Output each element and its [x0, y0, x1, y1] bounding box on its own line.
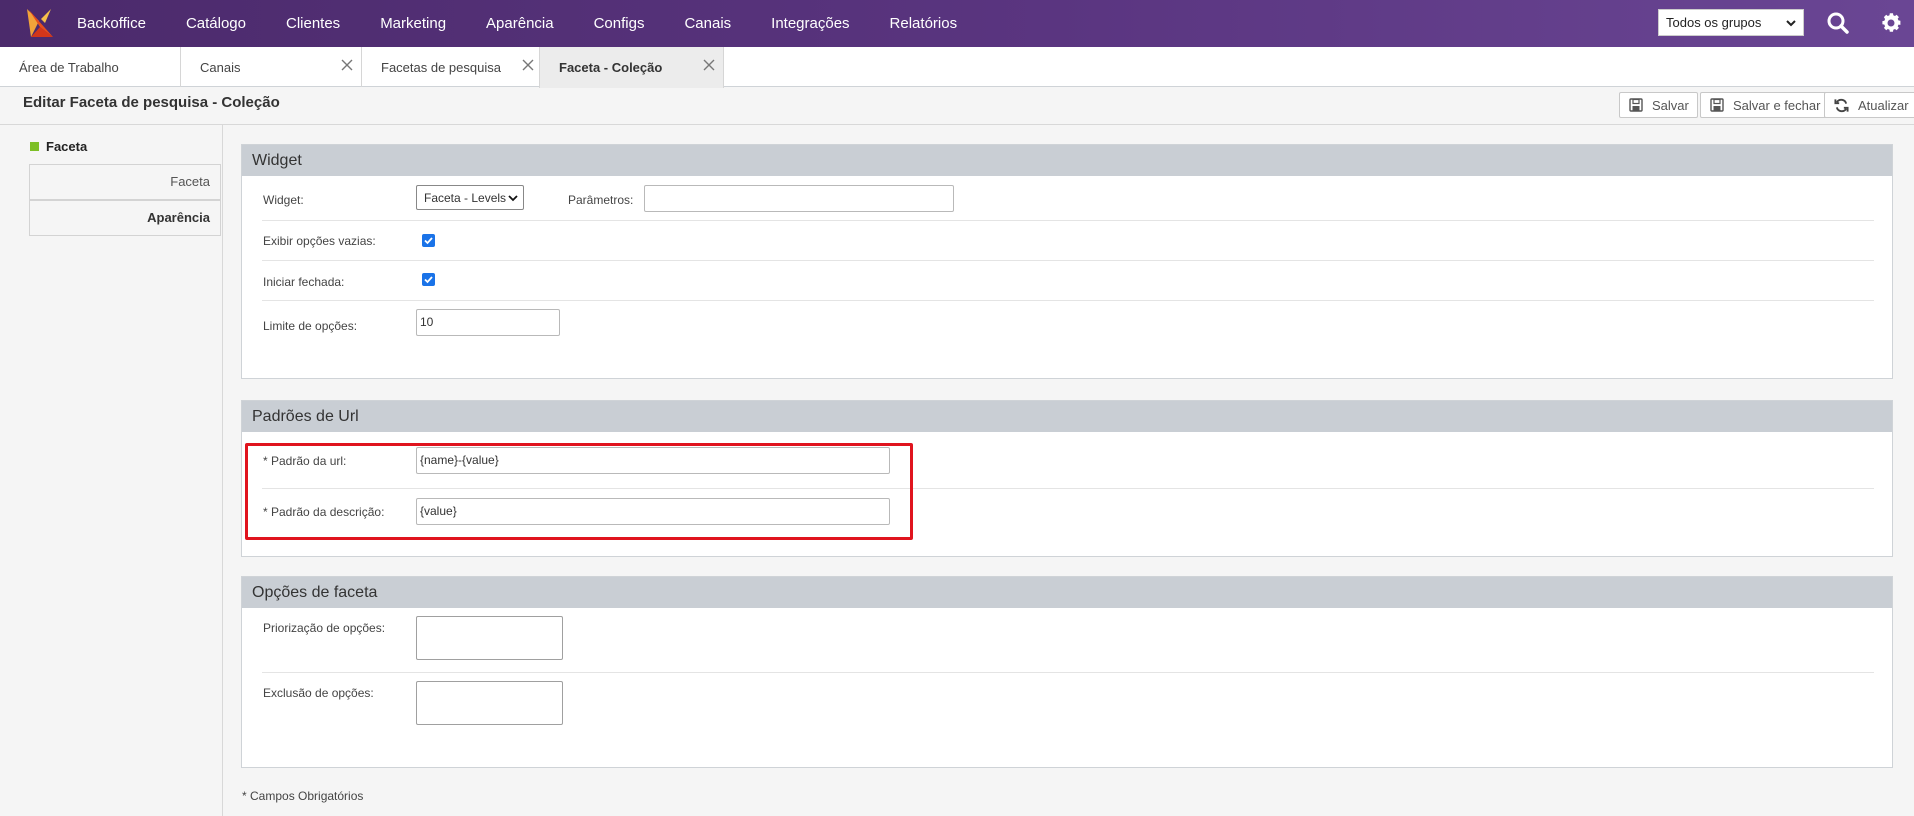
tab-canais[interactable]: Canais [181, 47, 362, 87]
show-empty-checkbox[interactable] [422, 234, 435, 247]
limit-label: Limite de opções: [263, 319, 358, 333]
sidebar-section-label: Faceta [46, 139, 88, 154]
tab-label: Facetas de pesquisa [381, 59, 501, 75]
chevron-down-icon [1786, 20, 1796, 27]
nav-item-clientes[interactable]: Clientes [286, 15, 340, 32]
group-select-value: Todos os grupos [1666, 15, 1762, 30]
widget-label: Widget: [263, 193, 304, 207]
save-and-close-button-label: Salvar e fechar [1733, 97, 1821, 113]
nav-item-aparencia[interactable]: Aparência [486, 15, 554, 32]
widget-select[interactable]: Faceta - Levels [416, 185, 524, 210]
start-closed-row: Iniciar fechada: [262, 261, 1874, 301]
close-icon[interactable] [340, 58, 354, 72]
gear-icon[interactable] [1879, 11, 1903, 35]
tab-label: Canais [200, 59, 241, 75]
close-icon[interactable] [521, 58, 535, 72]
nav-item-canais[interactable]: Canais [684, 15, 731, 32]
exclusion-textarea[interactable] [416, 681, 563, 725]
start-closed-checkbox[interactable] [422, 273, 435, 286]
widget-panel: Widget Widget: Faceta - Levels Parâmetro… [241, 144, 1893, 379]
sidebar-item-faceta[interactable]: Faceta [29, 164, 221, 200]
url-patterns-panel-title: Padrões de Url [242, 401, 1892, 432]
widget-panel-title: Widget [242, 145, 1892, 176]
save-and-close-button[interactable]: Salvar e fechar [1700, 92, 1830, 118]
top-navigation-bar: Backoffice Catálogo Clientes Marketing A… [0, 0, 1914, 47]
chevron-down-icon [508, 195, 518, 202]
nav-item-relatorios[interactable]: Relatórios [890, 15, 958, 32]
exclusion-row: Exclusão de opções: [262, 673, 1874, 743]
required-fields-note: * Campos Obrigatórios [242, 789, 364, 803]
limit-input[interactable]: 10 [416, 309, 560, 336]
save-button[interactable]: Salvar [1619, 92, 1698, 118]
widget-select-value: Faceta - Levels [424, 191, 507, 205]
checkmark-icon [424, 276, 433, 284]
tab-area-de-trabalho[interactable]: Área de Trabalho [0, 47, 181, 87]
priority-textarea[interactable] [416, 616, 563, 660]
main-menu: Backoffice Catálogo Clientes Marketing A… [77, 15, 977, 32]
brand-logo-icon[interactable] [25, 7, 55, 41]
refresh-icon [1834, 98, 1849, 112]
sidebar-divider [222, 125, 223, 816]
start-closed-label: Iniciar fechada: [263, 275, 345, 289]
params-label: Parâmetros: [568, 193, 634, 207]
exclusion-label: Exclusão de opções: [263, 686, 374, 700]
priority-row: Priorização de opções: [262, 608, 1874, 673]
nav-item-backoffice[interactable]: Backoffice [77, 15, 146, 32]
highlight-box [245, 443, 913, 540]
page-title: Editar Faceta de pesquisa - Coleção [23, 94, 280, 111]
tab-label: Faceta - Coleção [559, 60, 663, 75]
facet-options-panel-title: Opções de faceta [242, 577, 1892, 608]
show-empty-label: Exibir opções vazias: [263, 234, 376, 248]
refresh-button[interactable]: Atualizar [1824, 92, 1914, 118]
nav-item-catalogo[interactable]: Catálogo [186, 15, 246, 32]
page-toolbar: Editar Faceta de pesquisa - Coleção Salv… [0, 88, 1914, 125]
green-square-icon [30, 142, 39, 151]
tab-label: Área de Trabalho [19, 59, 119, 75]
save-button-label: Salvar [1652, 97, 1689, 113]
limit-row: Limite de opções: 10 [262, 301, 1874, 356]
nav-item-marketing[interactable]: Marketing [380, 15, 446, 32]
checkmark-icon [424, 237, 433, 245]
tab-bar: Área de Trabalho Canais Facetas de pesqu… [0, 47, 1914, 88]
tab-faceta-colecao[interactable]: Faceta - Coleção [539, 47, 724, 88]
group-select[interactable]: Todos os grupos [1658, 9, 1804, 36]
nav-item-configs[interactable]: Configs [594, 15, 645, 32]
refresh-button-label: Atualizar [1858, 97, 1909, 113]
show-empty-row: Exibir opções vazias: [262, 221, 1874, 261]
sidebar-item-aparencia[interactable]: Aparência [29, 200, 221, 236]
close-icon[interactable] [702, 58, 716, 72]
priority-label: Priorização de opções: [263, 621, 386, 635]
widget-row: Widget: Faceta - Levels Parâmetros: [262, 176, 1874, 221]
floppy-disk-icon [1629, 98, 1643, 112]
facet-options-panel: Opções de faceta Priorização de opções: … [241, 576, 1893, 768]
sidebar-section-header: Faceta [30, 139, 87, 154]
tab-facetas-de-pesquisa[interactable]: Facetas de pesquisa [362, 47, 543, 87]
search-icon[interactable] [1826, 11, 1850, 35]
params-input[interactable] [644, 185, 954, 212]
floppy-disk-icon [1710, 98, 1724, 112]
nav-item-integracoes[interactable]: Integrações [771, 15, 849, 32]
